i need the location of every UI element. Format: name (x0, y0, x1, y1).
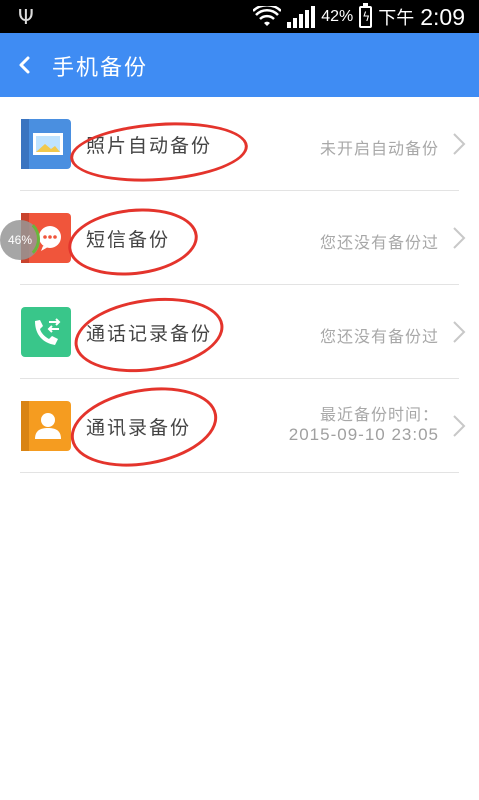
list-item-sms-backup[interactable]: 短信备份 您还没有备份过 (0, 191, 479, 285)
floating-memory-bubble[interactable]: 46% (0, 218, 40, 260)
contacts-backup-time: 2015-09-10 23:05 (288, 425, 439, 444)
call-log-backup-label: 通话记录备份 (86, 323, 213, 345)
backup-list: 照片自动备份 未开启自动备份 短信备份 您还没有备份过 通话记录备份 您还没有备… (0, 97, 479, 478)
chevron-right-icon (453, 227, 466, 249)
status-time: 2:09 (420, 3, 465, 30)
photo-icon (21, 119, 71, 169)
contacts-backup-status-title: 最近备份时间： (319, 405, 439, 424)
battery-charging-icon: ϟ (359, 3, 373, 28)
battery-percent: 42% (321, 8, 354, 25)
list-item-call-log-backup[interactable]: 通话记录备份 您还没有备份过 (0, 285, 479, 382)
chevron-right-icon (453, 321, 466, 343)
page-title: 手机备份 (52, 56, 149, 81)
signal-icon (287, 6, 316, 28)
wifi-icon (253, 6, 282, 26)
divider (20, 472, 459, 473)
list-item-contacts-backup[interactable]: 通讯录备份 最近备份时间： 2015-09-10 23:05 (0, 376, 479, 478)
call-log-backup-status: 您还没有备份过 (319, 327, 439, 346)
sms-backup-label: 短信备份 (86, 229, 171, 251)
usb-icon: Ψ (18, 5, 34, 29)
list-item-photo-backup[interactable]: 照片自动备份 未开启自动备份 (0, 97, 479, 191)
phone-transfer-icon (21, 307, 71, 357)
photo-backup-status: 未开启自动备份 (319, 139, 439, 158)
contact-icon (21, 401, 71, 451)
status-ampm: 下午 (378, 8, 415, 29)
contacts-backup-label: 通讯录备份 (86, 417, 192, 439)
photo-backup-label: 照片自动备份 (86, 135, 213, 157)
sms-backup-status: 您还没有备份过 (319, 233, 439, 252)
chevron-left-icon[interactable] (14, 51, 38, 79)
chevron-right-icon (453, 133, 466, 155)
app-bar: 手机备份 (0, 33, 479, 97)
chevron-right-icon (453, 415, 466, 437)
status-bar: Ψ 42% ϟ 下午 2:09 (0, 0, 479, 33)
